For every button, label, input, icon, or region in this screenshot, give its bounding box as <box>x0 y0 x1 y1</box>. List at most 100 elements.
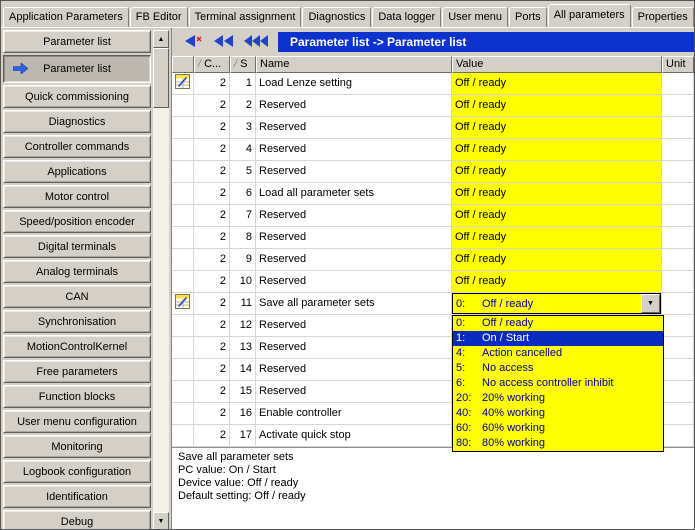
option-number: 5: <box>456 361 482 376</box>
tab-application-parameters[interactable]: Application Parameters <box>3 7 129 27</box>
table-row[interactable]: 211Save all parameter sets0:Off / ready▼ <box>172 293 694 315</box>
column-header-subcode[interactable]: /S <box>230 56 256 73</box>
sidebar-item-debug[interactable]: Debug <box>3 510 151 530</box>
sidebar-item-analog-terminals[interactable]: Analog terminals <box>3 260 151 283</box>
row-icon-cell <box>172 425 194 447</box>
sidebar-item-quick-commissioning[interactable]: Quick commissioning <box>3 85 151 108</box>
tab-properties[interactable]: Properties <box>632 7 694 27</box>
value-cell[interactable]: Off / ready <box>452 205 662 227</box>
value-cell[interactable]: Off / ready <box>452 161 662 183</box>
code-cell: 2 <box>194 403 230 425</box>
tab-all-parameters[interactable]: All parameters <box>548 4 631 27</box>
dropdown-option[interactable]: 20:20% working <box>453 391 663 406</box>
table-header: /C... /S Name Value Unit <box>172 56 694 73</box>
column-header-name[interactable]: Name <box>256 56 452 73</box>
apply-parameter-button[interactable] <box>178 32 206 52</box>
column-header-label: Name <box>260 58 289 71</box>
tab-diagnostics[interactable]: Diagnostics <box>302 7 371 27</box>
sidebar-item-user-menu-configuration[interactable]: User menu configuration <box>3 410 151 433</box>
sidebar-item-applications[interactable]: Applications <box>3 160 151 183</box>
sidebar-item-synchronisation[interactable]: Synchronisation <box>3 310 151 333</box>
dropdown-option[interactable]: 6:No access controller inhibit <box>453 376 663 391</box>
code-cell: 2 <box>194 73 230 95</box>
table-row[interactable]: 22ReservedOff / ready <box>172 95 694 117</box>
dropdown-option[interactable]: 0:Off / ready <box>453 316 663 331</box>
value-combobox[interactable]: 0:Off / ready▼ <box>452 293 661 314</box>
sidebar-item-digital-terminals[interactable]: Digital terminals <box>3 235 151 258</box>
value-cell[interactable]: Off / ready <box>452 183 662 205</box>
row-icon-cell <box>172 183 194 205</box>
table-row[interactable]: 28ReservedOff / ready <box>172 227 694 249</box>
sidebar-item-logbook-configuration[interactable]: Logbook configuration <box>3 460 151 483</box>
table-row[interactable]: 24ReservedOff / ready <box>172 139 694 161</box>
option-text: 20% working <box>482 391 545 406</box>
tab-fb-editor[interactable]: FB Editor <box>130 7 188 27</box>
unit-cell <box>662 73 694 95</box>
sidebar-item-speed-position-encoder[interactable]: Speed/position encoder <box>3 210 151 233</box>
apply-parameter-set-icon <box>212 33 236 52</box>
row-icon-cell <box>172 117 194 139</box>
column-header-value[interactable]: Value <box>452 56 662 73</box>
table-row[interactable]: 26Load all parameter setsOff / ready <box>172 183 694 205</box>
column-header-unit[interactable]: Unit <box>662 56 694 73</box>
sidebar-item-label: Controller commands <box>25 141 130 153</box>
table-row[interactable]: 21Load Lenze settingOff / ready <box>172 73 694 95</box>
sidebar-item-free-parameters[interactable]: Free parameters <box>3 360 151 383</box>
sidebar-item-can[interactable]: CAN <box>3 285 151 308</box>
table-row[interactable]: 29ReservedOff / ready <box>172 249 694 271</box>
value-cell[interactable]: Off / ready <box>452 139 662 161</box>
apply-parameter-set-button[interactable] <box>210 32 238 52</box>
table-row[interactable]: 25ReservedOff / ready <box>172 161 694 183</box>
unit-cell <box>662 117 694 139</box>
scrollbar-thumb[interactable] <box>153 48 169 108</box>
sidebar-item-motioncontrolkernel[interactable]: MotionControlKernel <box>3 335 151 358</box>
apply-all-parameters-button[interactable] <box>242 32 270 52</box>
dropdown-option[interactable]: 5:No access <box>453 361 663 376</box>
sidebar-item-function-blocks[interactable]: Function blocks <box>3 385 151 408</box>
dropdown-option[interactable]: 4:Action cancelled <box>453 346 663 361</box>
value-cell[interactable]: Off / ready <box>452 117 662 139</box>
dropdown-option[interactable]: 1:On / Start <box>453 331 663 346</box>
name-cell: Reserved <box>256 161 452 183</box>
sidebar-item-label: Applications <box>47 166 106 178</box>
dropdown-option[interactable]: 40:40% working <box>453 406 663 421</box>
table-row[interactable]: 210ReservedOff / ready <box>172 271 694 293</box>
sidebar-item-label: Synchronisation <box>38 316 116 328</box>
subcode-cell: 16 <box>230 403 256 425</box>
sidebar-item-controller-commands[interactable]: Controller commands <box>3 135 151 158</box>
sidebar-item-diagnostics[interactable]: Diagnostics <box>3 110 151 133</box>
value-cell[interactable]: 0:Off / ready▼ <box>452 293 662 315</box>
tab-user-menu[interactable]: User menu <box>442 7 508 27</box>
sidebar-item-identification[interactable]: Identification <box>3 485 151 508</box>
scroll-up-button[interactable]: ▲ <box>153 30 169 48</box>
tab-terminal-assignment[interactable]: Terminal assignment <box>189 7 302 27</box>
tab-ports[interactable]: Ports <box>509 7 547 27</box>
sidebar-item-label: CAN <box>65 291 88 303</box>
combobox-dropdown-button[interactable]: ▼ <box>641 294 660 313</box>
tab-bar: Application ParametersFB EditorTerminal … <box>1 1 694 27</box>
code-cell: 2 <box>194 117 230 139</box>
scroll-down-button[interactable]: ▼ <box>153 512 169 530</box>
column-header-code[interactable]: /C... <box>194 56 230 73</box>
value-cell[interactable]: Off / ready <box>452 95 662 117</box>
value-cell[interactable]: Off / ready <box>452 271 662 293</box>
tab-data-logger[interactable]: Data logger <box>372 7 441 27</box>
sidebar-item-parameter-list[interactable]: Parameter list <box>3 55 151 83</box>
column-header-icon[interactable] <box>172 56 194 73</box>
dropdown-option[interactable]: 60:60% working <box>453 421 663 436</box>
sidebar-item-monitoring[interactable]: Monitoring <box>3 435 151 458</box>
sidebar-header[interactable]: Parameter list <box>3 30 151 53</box>
dropdown-option[interactable]: 80:80% working <box>453 436 663 451</box>
value-cell[interactable]: Off / ready <box>452 227 662 249</box>
table-row[interactable]: 23ReservedOff / ready <box>172 117 694 139</box>
sidebar-scrollbar[interactable]: ▲ ▼ <box>153 30 169 530</box>
table-row[interactable]: 27ReservedOff / ready <box>172 205 694 227</box>
code-cell: 2 <box>194 337 230 359</box>
value-cell[interactable]: Off / ready <box>452 249 662 271</box>
header-bar: Parameter list -> Parameter list <box>278 32 694 52</box>
value-cell[interactable]: Off / ready <box>452 73 662 95</box>
subcode-cell: 1 <box>230 73 256 95</box>
sidebar-item-motor-control[interactable]: Motor control <box>3 185 151 208</box>
sidebar-item-label: Quick commissioning <box>25 91 129 103</box>
name-cell: Reserved <box>256 117 452 139</box>
